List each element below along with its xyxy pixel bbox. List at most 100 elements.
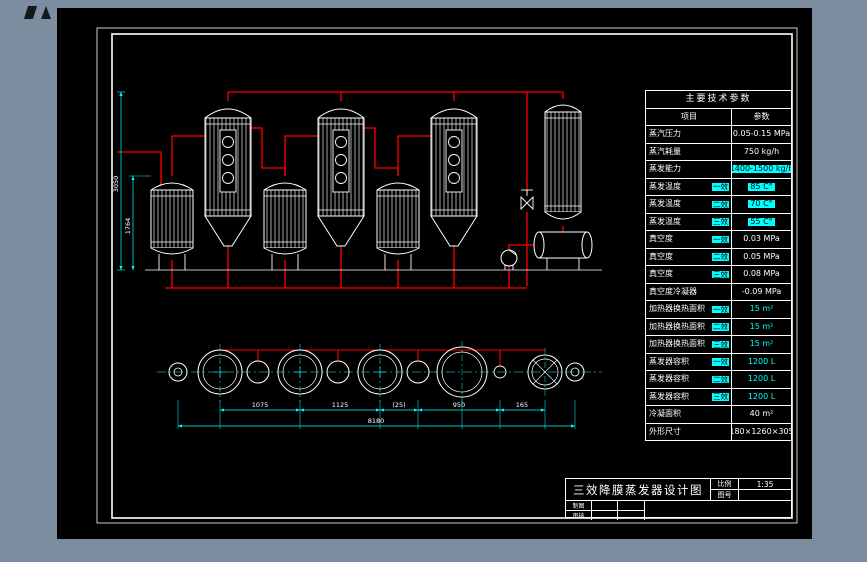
param-value: 1200 L <box>747 356 776 366</box>
param-label-suffix: 二效 <box>712 374 729 384</box>
param-row: 真空度 三效 0.08 MPa <box>646 265 791 283</box>
dim-seg3: (25) <box>392 401 405 409</box>
param-label: 蒸汽压力 <box>646 126 732 143</box>
param-value: -0.09 MPa <box>741 286 782 296</box>
param-value: 1400-1500 kg/h <box>732 161 791 178</box>
param-row: 真空度 一效 0.03 MPa <box>646 230 791 248</box>
param-label-suffix: 二效 <box>712 199 729 209</box>
param-label: 真空度 二效 <box>646 248 732 265</box>
elevation-view: 3050 1764 <box>112 91 602 289</box>
param-value: 8180×1260×3050 <box>732 426 791 436</box>
param-label-suffix: 一效 <box>712 234 729 244</box>
plan-view: 1075 1125 (25) 950 165 8180 <box>157 341 602 429</box>
param-label-suffix: 二效 <box>712 252 729 261</box>
param-row: 蒸发温度 二效 70 C° <box>646 195 791 213</box>
param-label-suffix: 二效 <box>712 322 729 331</box>
param-label-suffix: 一效 <box>712 182 729 191</box>
dim-seg4: 950 <box>453 401 465 409</box>
valve-icon <box>520 189 534 211</box>
param-row: 加热器换热面积 二效 15 m² <box>646 317 791 335</box>
heater-3 <box>376 182 420 271</box>
checker-label: 审核 <box>566 511 592 520</box>
param-value: 15 m² <box>749 304 774 314</box>
dim-total: 8180 <box>368 417 385 425</box>
checker-name-cell <box>592 511 618 520</box>
param-value: 0.08 MPa <box>743 269 780 279</box>
param-label: 蒸发器容积 三效 <box>646 388 732 405</box>
scale-label: 比例 <box>711 479 739 489</box>
param-label: 蒸汽耗量 <box>646 143 732 160</box>
parameters-table-header: 项目 参数 <box>646 107 791 125</box>
param-row: 蒸发器容积 一效 1200 L <box>646 352 791 370</box>
heater-2 <box>263 182 307 271</box>
param-label: 蒸发温度 一效 <box>646 178 732 195</box>
param-label: 蒸发温度 二效 <box>646 196 732 213</box>
scale-value: 1:35 <box>756 479 774 489</box>
param-row: 蒸汽压力 0.05-0.15 MPa <box>646 125 791 143</box>
dim-seg5: 165 <box>516 401 528 409</box>
param-row: 蒸汽耗量 750 kg/h <box>646 142 791 160</box>
condensate-tank <box>533 231 593 270</box>
heater-1 <box>150 182 194 271</box>
title-block: 三效降膜蒸发器设计图 比例 1:35 图号 制图 审核 <box>565 478 792 520</box>
checker-date-cell <box>618 511 644 520</box>
param-value: 0.05-0.15 MPa <box>732 129 791 139</box>
parameters-title-text: 主要技术参数 <box>685 93 752 104</box>
drawing-no-value <box>739 490 791 500</box>
param-value: 0.03 MPa <box>743 234 780 244</box>
param-row: 真空度冷凝器 -0.09 MPa <box>646 282 791 300</box>
header-value: 参数 <box>753 111 770 121</box>
param-value: 1200 L <box>747 374 776 384</box>
param-row: 蒸发能力 1400-1500 kg/h <box>646 160 791 178</box>
dim-overall-height: 3050 <box>112 176 120 193</box>
param-label-suffix: 三效 <box>712 339 729 349</box>
parameters-table-title: 主要技术参数 <box>646 91 791 108</box>
drafter-date-cell <box>618 501 644 510</box>
param-label: 蒸发器容积 二效 <box>646 371 732 388</box>
param-value: 40 m² <box>749 409 774 419</box>
elevation-dimensions: 3050 1764 <box>112 91 151 271</box>
param-value: 85 C° <box>748 181 775 191</box>
header-item: 项目 <box>646 108 732 125</box>
param-label: 加热器换热面积 二效 <box>646 318 732 335</box>
param-label: 冷凝面积 <box>646 406 732 423</box>
param-label-suffix: 三效 <box>712 269 729 279</box>
param-row: 冷凝面积 40 m² <box>646 405 791 423</box>
dim-seg1: 1075 <box>252 401 269 409</box>
param-row: 蒸发器容积 三效 1200 L <box>646 387 791 405</box>
param-label-suffix: 一效 <box>712 357 729 366</box>
param-row: 加热器换热面积 三效 15 m² <box>646 335 791 353</box>
drawing-no-label: 图号 <box>711 490 739 500</box>
param-label: 真空度 三效 <box>646 266 732 283</box>
param-label: 蒸发能力 <box>646 161 732 178</box>
condenser <box>544 104 582 220</box>
separator-column-3 <box>430 108 478 247</box>
param-value: 0.05 MPa <box>743 251 780 261</box>
param-value: 70 C° <box>748 199 775 209</box>
param-row: 真空度 二效 0.05 MPa <box>646 247 791 265</box>
parameters-table: 主要技术参数 项目 参数 蒸汽压力 0.05-0.15 MPa 蒸汽耗量 750 kg… <box>645 90 792 441</box>
param-label: 外形尺寸 <box>646 423 732 440</box>
param-label: 真空度 一效 <box>646 231 732 248</box>
param-value: 1200 L <box>747 391 776 401</box>
title-block-empty-area <box>645 501 791 520</box>
param-label-suffix: 一效 <box>712 304 729 314</box>
param-row: 外形尺寸8180×1260×3050 <box>646 422 791 440</box>
param-label: 加热器换热面积 一效 <box>646 301 732 318</box>
param-value: 15 m² <box>749 321 774 331</box>
separator-column-2 <box>317 108 365 247</box>
drawing-title: 三效降膜蒸发器设计图 <box>566 479 711 500</box>
param-label: 加热器换热面积 三效 <box>646 336 732 353</box>
param-value: 15 m² <box>749 339 774 349</box>
plan-dimensions: 1075 1125 (25) 950 165 8180 <box>177 400 576 429</box>
cad-viewport[interactable]: 3050 1764 1075 1125 (25) 950 165 8180 主要… <box>57 8 812 539</box>
param-value: 750 kg/h <box>743 146 780 156</box>
param-label: 真空度冷凝器 <box>646 283 732 300</box>
drafter-name-cell <box>592 501 618 510</box>
piping-plan <box>220 349 545 366</box>
param-row: 蒸发器容积 二效 1200 L <box>646 370 791 388</box>
drafter-label: 制图 <box>566 501 592 510</box>
param-label: 蒸发器容积 一效 <box>646 353 732 370</box>
param-value: 55 C° <box>748 216 775 226</box>
separator-column-1 <box>204 108 252 247</box>
